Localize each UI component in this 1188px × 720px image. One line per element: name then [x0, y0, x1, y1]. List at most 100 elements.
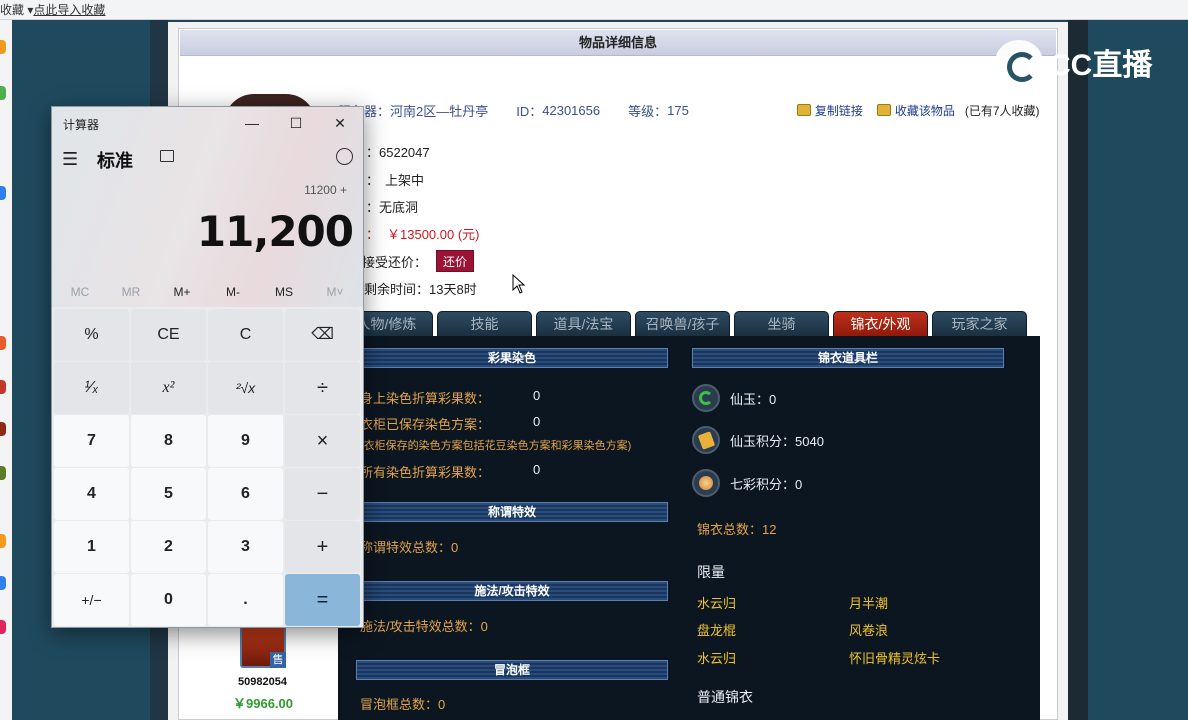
square-button[interactable]: x²	[131, 362, 206, 414]
favicon-icon[interactable]	[0, 380, 6, 394]
clear-button[interactable]: C	[208, 309, 283, 361]
accept-counter-label: 接受还价：	[362, 255, 428, 270]
section-header-dye: 彩果染色	[356, 348, 668, 368]
dye-value: 0	[533, 388, 541, 403]
close-button[interactable]: ✕	[318, 109, 362, 137]
add-button[interactable]: +	[285, 521, 360, 573]
detail-row: ： 上架中	[366, 170, 424, 189]
digit-0-button[interactable]: 0	[131, 574, 206, 626]
memory-add-button[interactable]: M+	[157, 285, 207, 299]
reciprocal-button[interactable]: ¹⁄ₓ	[54, 362, 129, 414]
import-bookmarks-link[interactable]: 点此导入收藏	[33, 1, 105, 18]
calculator-window[interactable]: 计算器 — ☐ ✕ ☰ 标准 11200 + 11,200 MC MR M+ M…	[51, 106, 364, 628]
bookmarks-menu[interactable]: 收藏 ▾	[0, 1, 33, 18]
counter-offer-button[interactable]: 还价	[436, 250, 474, 272]
favicon-icon[interactable]	[0, 534, 6, 548]
cc-live-logo: CC直播	[995, 38, 1152, 86]
price-value: ￥13500.00 (元)	[387, 227, 480, 242]
tab-skills[interactable]: 技能	[437, 311, 532, 336]
id-value: 42301656	[542, 102, 601, 118]
outfit-item[interactable]: 盘龙棍	[697, 620, 736, 639]
outfit-item[interactable]: 水云归	[697, 593, 736, 612]
favorite-count: (已有7人收藏)	[964, 103, 1040, 118]
page-title: 物品详细信息	[180, 30, 1056, 56]
maximize-button[interactable]: ☐	[274, 109, 318, 137]
detail-value: 无底洞	[379, 200, 419, 215]
bookmarks-label: 收藏	[0, 3, 25, 17]
digit-7-button[interactable]: 7	[54, 415, 129, 467]
sell-badge: 售	[270, 652, 286, 668]
divide-button[interactable]: ÷	[285, 362, 360, 414]
square-root-button[interactable]: ²√x	[208, 362, 283, 414]
digit-1-button[interactable]: 1	[54, 521, 129, 573]
seller-item-id: 50982054	[238, 676, 287, 688]
bubble-total: 冒泡框总数：0	[360, 697, 446, 712]
memory-clear-button[interactable]: MC	[55, 285, 105, 299]
mouse-cursor-icon	[512, 274, 526, 294]
dye-label: 衣柜已保存染色方案：	[360, 417, 491, 432]
jade-icon	[692, 384, 720, 412]
outfit-item[interactable]: 月半潮	[849, 593, 888, 612]
digit-9-button[interactable]: 9	[208, 415, 283, 467]
percent-button[interactable]: %	[54, 309, 129, 361]
favicon-icon[interactable]	[0, 620, 6, 634]
hamburger-menu-icon[interactable]: ☰	[62, 149, 78, 170]
memory-subtract-button[interactable]: M-	[208, 285, 258, 299]
favicon-icon[interactable]	[0, 86, 6, 100]
section-header-bubble: 冒泡框	[356, 660, 668, 680]
copy-link-button[interactable]: 复制链接	[815, 102, 863, 119]
clear-entry-button[interactable]: CE	[131, 309, 206, 361]
tab-home[interactable]: 玩家之家	[932, 311, 1027, 336]
digit-2-button[interactable]: 2	[131, 521, 206, 573]
remaining-value: 13天8时	[429, 282, 477, 297]
detail-label: ：	[366, 173, 380, 188]
digit-5-button[interactable]: 5	[131, 468, 206, 520]
keep-on-top-icon[interactable]	[160, 150, 174, 162]
backspace-button[interactable]: ⌫	[285, 309, 360, 361]
favorite-item-button[interactable]: 收藏该物品	[895, 102, 955, 119]
section-header-spell-effect: 施法/攻击特效	[356, 581, 668, 601]
tab-summons[interactable]: 召唤兽/孩子	[635, 311, 730, 336]
memory-recall-button[interactable]: MR	[106, 285, 156, 299]
detail-value: 6522047	[379, 145, 430, 160]
equals-button[interactable]: =	[285, 574, 360, 626]
dye-value: 0	[533, 414, 541, 429]
favicon-icon[interactable]	[0, 186, 6, 200]
item-info-row: 服务器： 河南2区—牡丹亭 ID： 42301656 等级： 175 复制链接 …	[338, 100, 1040, 120]
remaining-time: 剩余时间：13天8时	[364, 279, 477, 298]
negate-button[interactable]: +/−	[54, 574, 129, 626]
favicon-icon[interactable]	[0, 336, 6, 350]
tab-outfits[interactable]: 锦衣/外观	[833, 311, 928, 336]
favicon-icon[interactable]	[0, 422, 6, 436]
history-icon[interactable]	[336, 148, 353, 165]
outfit-item[interactable]: 风卷浪	[849, 620, 888, 639]
cc-logo-icon	[995, 40, 1043, 84]
section-header-title-effect: 称谓特效	[356, 502, 668, 522]
favicon-icon[interactable]	[0, 40, 6, 54]
outfit-item[interactable]: 怀旧骨精灵炫卡	[849, 648, 940, 667]
currency-jade: 仙玉：0	[730, 392, 777, 407]
memory-store-button[interactable]: MS	[259, 285, 309, 299]
multiply-button[interactable]: ×	[285, 415, 360, 467]
decimal-button[interactable]: .	[208, 574, 283, 626]
digit-3-button[interactable]: 3	[208, 521, 283, 573]
category-tabs: 人物/修炼 技能 道具/法宝 召唤兽/孩子 坐骑 锦衣/外观 玩家之家	[340, 311, 1031, 336]
subtract-button[interactable]: −	[285, 468, 360, 520]
remaining-label: 剩余时间：	[364, 282, 430, 297]
tab-items[interactable]: 道具/法宝	[536, 311, 631, 336]
dye-value: 0	[533, 462, 541, 477]
minimize-button[interactable]: —	[230, 109, 274, 137]
wardrobe-total: 锦衣总数：12	[697, 522, 777, 537]
rainbow-points-icon	[692, 469, 720, 497]
digit-8-button[interactable]: 8	[131, 415, 206, 467]
favicon-icon[interactable]	[0, 466, 6, 480]
spell-effect-total: 施法/攻击特效总数：0	[360, 619, 488, 634]
digit-6-button[interactable]: 6	[208, 468, 283, 520]
outfit-item[interactable]: 水云归	[697, 648, 736, 667]
digit-4-button[interactable]: 4	[54, 468, 129, 520]
memory-list-button[interactable]: M˅	[310, 285, 360, 299]
favicon-icon[interactable]	[0, 576, 6, 590]
detail-value: 上架中	[385, 173, 425, 188]
tab-mounts[interactable]: 坐骑	[734, 311, 829, 336]
calculator-expression: 11200 +	[304, 183, 347, 197]
